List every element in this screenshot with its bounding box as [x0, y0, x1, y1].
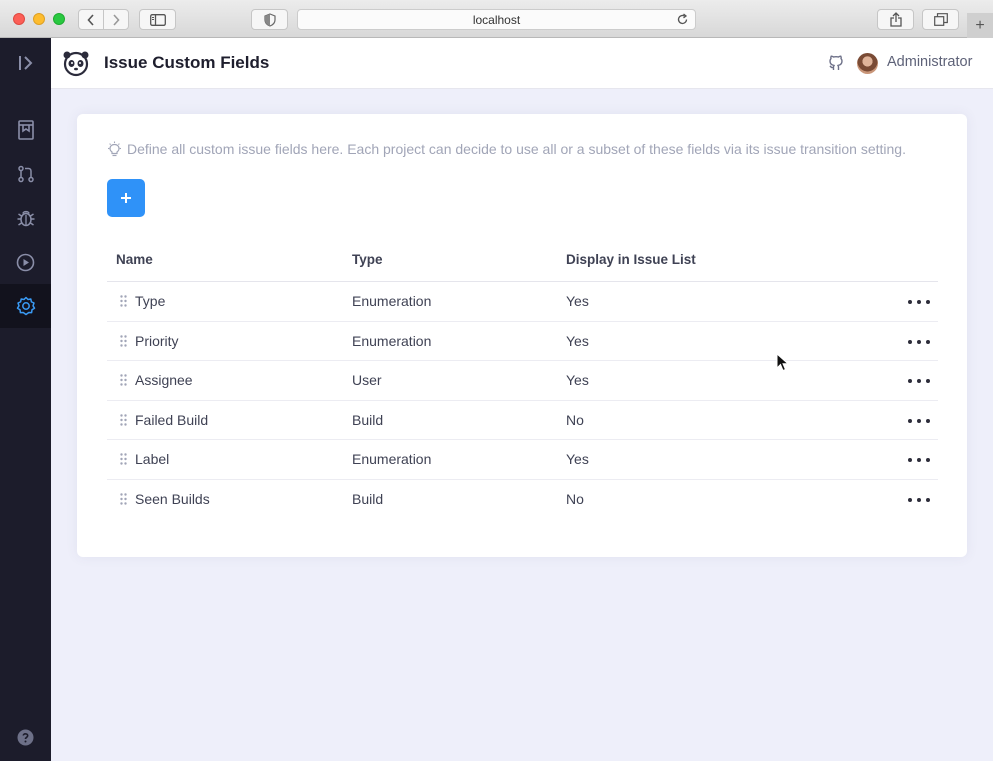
- custom-fields-card: Define all custom issue fields here. Eac…: [77, 114, 967, 557]
- more-actions-icon[interactable]: [908, 294, 930, 310]
- toggle-icon: [18, 56, 32, 70]
- more-actions-icon[interactable]: [908, 334, 930, 350]
- field-type: Build: [352, 490, 384, 507]
- close-window-button[interactable]: [13, 13, 25, 25]
- logo-icon[interactable]: [62, 49, 90, 77]
- field-name[interactable]: Label: [135, 451, 169, 467]
- field-name[interactable]: Failed Build: [135, 412, 208, 428]
- field-name[interactable]: Assignee: [135, 372, 193, 388]
- plus-icon: +: [975, 16, 985, 34]
- column-header-name: Name: [116, 252, 153, 267]
- mouse-cursor-icon: [776, 353, 789, 372]
- chevron-left-icon: [87, 13, 94, 26]
- bug-icon: [17, 210, 34, 227]
- url-text: localhost: [472, 12, 521, 27]
- sidebar-item-help[interactable]: [0, 715, 51, 759]
- tip-text: Define all custom issue fields here. Eac…: [127, 141, 906, 157]
- table-header: Name Type Display in Issue List: [107, 239, 938, 282]
- more-actions-icon[interactable]: [908, 452, 930, 468]
- sidebar-item-pull-requests[interactable]: [0, 152, 51, 196]
- more-actions-icon[interactable]: [908, 413, 930, 429]
- gear-icon: [16, 296, 35, 316]
- browser-sidebar-button[interactable]: [139, 9, 176, 30]
- chevron-right-icon: [113, 13, 120, 26]
- field-name[interactable]: Seen Builds: [135, 491, 210, 507]
- table-row[interactable]: Type Enumeration Yes: [107, 282, 938, 322]
- field-name[interactable]: Priority: [135, 333, 179, 349]
- sidebar-item-issues[interactable]: [0, 196, 51, 240]
- plus-icon: [121, 193, 131, 203]
- field-display: No: [566, 411, 584, 428]
- field-type: Enumeration: [352, 293, 432, 309]
- help-icon: [17, 729, 34, 745]
- field-display: Yes: [566, 332, 589, 349]
- sidebar-item-builds[interactable]: [0, 108, 51, 152]
- column-header-type: Type: [352, 252, 383, 267]
- field-type: Enumeration: [352, 451, 432, 467]
- share-icon: [889, 12, 902, 27]
- table-row[interactable]: Failed Build Build No: [107, 401, 938, 440]
- tip-message: Define all custom issue fields here. Eac…: [107, 141, 906, 157]
- field-name[interactable]: Type: [135, 293, 165, 309]
- tab-overview-button[interactable]: [922, 9, 959, 30]
- browser-chrome: localhost +: [0, 0, 993, 38]
- top-header: Issue Custom Fields Administrator: [51, 38, 993, 89]
- sidebar-item-runs[interactable]: [0, 240, 51, 284]
- sidebar-toggle[interactable]: [0, 41, 51, 85]
- privacy-button[interactable]: [251, 9, 288, 30]
- field-display: Yes: [566, 372, 589, 388]
- add-field-button[interactable]: [107, 179, 145, 217]
- field-type: User: [352, 372, 382, 388]
- app-sidebar: [0, 38, 51, 761]
- field-type: Enumeration: [352, 332, 432, 349]
- main-content: Define all custom issue fields here. Eac…: [51, 89, 993, 761]
- drag-handle-icon[interactable]: [120, 453, 127, 465]
- drag-handle-icon[interactable]: [120, 295, 127, 307]
- column-header-display: Display in Issue List: [566, 252, 696, 267]
- drag-handle-icon[interactable]: [120, 413, 127, 426]
- share-button[interactable]: [877, 9, 914, 30]
- new-tab-button[interactable]: +: [967, 13, 993, 38]
- more-actions-icon[interactable]: [908, 492, 930, 508]
- maximize-window-button[interactable]: [53, 13, 65, 25]
- field-display: Yes: [566, 293, 589, 309]
- tabs-icon: [933, 13, 948, 26]
- bulb-icon: [108, 141, 121, 157]
- back-button[interactable]: [78, 9, 104, 30]
- pull-request-icon: [17, 165, 34, 183]
- drag-handle-icon[interactable]: [120, 374, 127, 386]
- minimize-window-button[interactable]: [33, 13, 45, 25]
- drag-handle-icon[interactable]: [120, 492, 127, 505]
- play-circle-icon: [16, 253, 35, 271]
- table-row[interactable]: Label Enumeration Yes: [107, 440, 938, 480]
- table-row[interactable]: Seen Builds Build No: [107, 480, 938, 520]
- address-bar[interactable]: localhost: [297, 9, 696, 30]
- avatar[interactable]: [857, 53, 878, 74]
- table-row[interactable]: Assignee User Yes: [107, 361, 938, 401]
- user-menu-name[interactable]: Administrator: [887, 54, 972, 70]
- page-title: Issue Custom Fields: [104, 53, 270, 72]
- github-icon[interactable]: [827, 54, 845, 72]
- fields-table: Name Type Display in Issue List Type Enu…: [107, 239, 938, 519]
- reload-icon[interactable]: [676, 13, 689, 26]
- field-display: Yes: [566, 451, 589, 467]
- sidebar-item-settings[interactable]: [0, 284, 51, 328]
- drag-handle-icon[interactable]: [120, 334, 127, 347]
- sidebar-icon: [149, 13, 166, 26]
- builds-icon: [17, 120, 34, 140]
- field-type: Build: [352, 411, 384, 428]
- forward-button[interactable]: [103, 9, 129, 30]
- shield-icon: [263, 12, 276, 27]
- table-row[interactable]: Priority Enumeration Yes: [107, 322, 938, 361]
- field-display: No: [566, 490, 584, 507]
- more-actions-icon[interactable]: [908, 373, 930, 389]
